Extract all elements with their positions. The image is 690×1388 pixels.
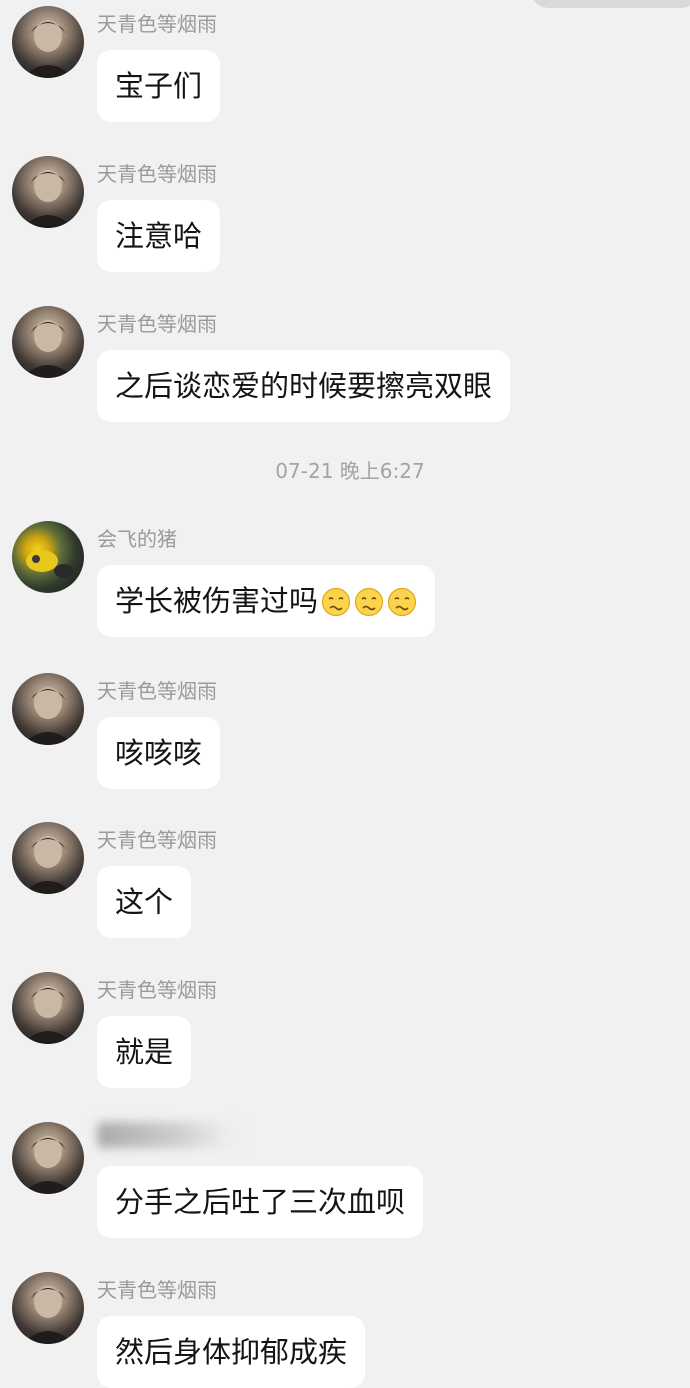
sender-name: 天青色等烟雨	[97, 12, 217, 36]
avatar[interactable]	[12, 673, 84, 745]
sender-name: 天青色等烟雨	[97, 162, 217, 186]
message-text: 学长被伤害过吗	[115, 584, 319, 618]
sender-name: 天青色等烟雨	[97, 1278, 217, 1302]
avatar[interactable]	[12, 6, 84, 78]
message-bubble[interactable]: 咳咳咳	[97, 717, 221, 789]
avatar[interactable]	[12, 1272, 84, 1344]
sender-name: 会飞的猪	[97, 527, 177, 551]
woozy-face-icon	[354, 587, 384, 617]
message-bubble[interactable]: 学长被伤害过吗	[97, 565, 436, 637]
sender-name: 天青色等烟雨	[97, 312, 217, 336]
avatar[interactable]	[12, 1122, 84, 1194]
sender-name: 天青色等烟雨	[97, 679, 217, 703]
sender-name: 天青色等烟雨	[97, 828, 217, 852]
message-bubble[interactable]: 注意哈	[97, 200, 221, 272]
message-bubble[interactable]: 之后谈恋爱的时候要擦亮双眼	[97, 350, 511, 422]
message-bubble[interactable]: 这个	[97, 866, 192, 938]
woozy-face-icon	[387, 587, 417, 617]
message-bubble[interactable]: 就是	[97, 1016, 192, 1088]
avatar[interactable]	[12, 822, 84, 894]
avatar[interactable]	[12, 156, 84, 228]
avatar[interactable]	[12, 306, 84, 378]
message-bubble[interactable]: 宝子们	[97, 50, 221, 122]
woozy-face-icon	[321, 587, 351, 617]
avatar[interactable]	[12, 972, 84, 1044]
message-bubble[interactable]: 分手之后吐了三次血呗	[97, 1166, 424, 1238]
timestamp-divider: 07-21 晚上6:27	[275, 459, 425, 483]
avatar[interactable]	[12, 521, 84, 593]
message-bubble[interactable]: 然后身体抑郁成疾	[97, 1316, 366, 1388]
chat-message-list: 天青色等烟雨 宝子们 天青色等烟雨 注意哈 天青色等烟雨 之后谈恋爱的时候要擦亮…	[0, 0, 690, 1388]
sender-name-redacted	[97, 1122, 247, 1148]
sender-name: 天青色等烟雨	[97, 978, 217, 1002]
